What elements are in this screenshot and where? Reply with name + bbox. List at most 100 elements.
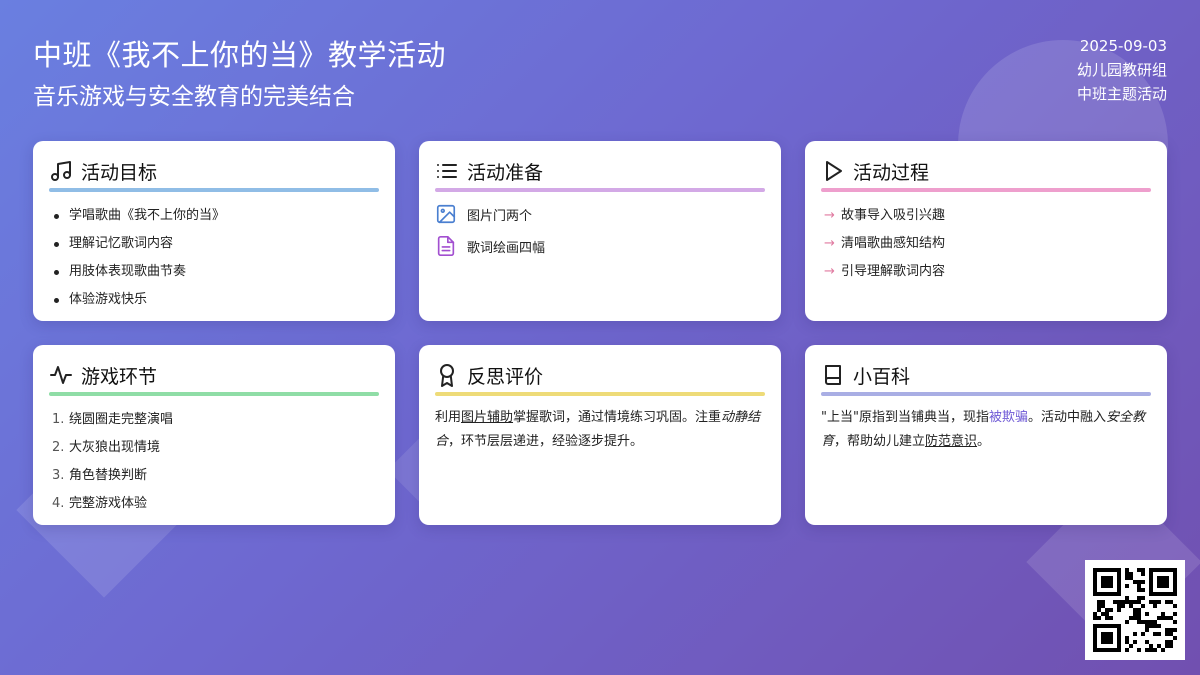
qr-module <box>1173 576 1177 580</box>
qr-module <box>1105 576 1109 580</box>
list-item: 3. 角色替换判断 <box>52 468 148 483</box>
qr-module <box>1153 624 1157 628</box>
qr-module <box>1101 648 1105 652</box>
qr-module <box>1133 632 1137 636</box>
qr-module <box>1097 600 1101 604</box>
list-item: 学唱歌曲《我不上你的当》 <box>49 202 379 230</box>
game-list: 1. 绕圆圈走完整演唱 2. 大灰狼出现情境 3. 角色替换判断 4. 完整游戏体验 <box>49 406 379 518</box>
qr-module <box>1105 612 1109 616</box>
qr-module <box>1105 632 1109 636</box>
card-wiki-rule <box>821 392 1151 396</box>
page-subtitle: 音乐游戏与安全教育的完美结合 <box>33 84 355 110</box>
qr-module <box>1157 624 1161 628</box>
card-process: 活动过程 → 故事导入吸引兴趣 → 清唱歌曲感知结构 → 引导理解歌词内容 <box>805 141 1167 321</box>
qr-code[interactable] <box>1085 560 1185 660</box>
qr-module <box>1149 568 1153 572</box>
qr-code-icon <box>1093 568 1177 652</box>
qr-module <box>1105 624 1109 628</box>
goals-list: 学唱歌曲《我不上你的当》 理解记忆歌词内容 用肢体表现歌曲节奏 体验游戏快乐 <box>49 202 379 314</box>
qr-module <box>1105 608 1109 612</box>
qr-module <box>1121 600 1125 604</box>
highlight-awareness: 防范意识 <box>925 434 978 449</box>
meta-category: 中班主题活动 <box>1076 85 1167 103</box>
qr-module <box>1153 600 1157 604</box>
qr-module <box>1169 628 1173 632</box>
list-item: 理解记忆歌词内容 <box>49 230 379 258</box>
card-process-title: 活动过程 <box>853 161 930 184</box>
qr-module <box>1101 632 1105 636</box>
qr-module <box>1161 568 1165 572</box>
list-item: 图片门两个 <box>435 198 765 230</box>
list-item: 用肢体表现歌曲节奏 <box>49 258 379 286</box>
qr-module <box>1153 568 1157 572</box>
qr-module <box>1137 568 1141 572</box>
qr-module <box>1137 596 1141 600</box>
qr-module <box>1109 580 1113 584</box>
qr-module <box>1165 628 1169 632</box>
qr-module <box>1145 640 1149 644</box>
qr-module <box>1157 592 1161 596</box>
qr-module <box>1097 568 1101 572</box>
qr-module <box>1109 616 1113 620</box>
qr-module <box>1157 568 1161 572</box>
qr-module <box>1125 568 1129 572</box>
card-prep-rule <box>435 188 765 192</box>
image-icon <box>436 204 456 224</box>
qr-module <box>1169 640 1173 644</box>
qr-module <box>1101 600 1105 604</box>
qr-module <box>1109 584 1113 588</box>
activity-icon <box>50 366 72 384</box>
qr-module <box>1109 636 1113 640</box>
qr-module <box>1109 592 1113 596</box>
qr-module <box>1137 648 1141 652</box>
qr-module <box>1113 624 1117 628</box>
music-note-icon <box>51 161 71 181</box>
list-item: 2. 大灰狼出现情境 <box>52 440 161 455</box>
qr-module <box>1109 648 1113 652</box>
qr-module <box>1141 568 1145 572</box>
qr-module <box>1173 580 1177 584</box>
qr-module <box>1149 644 1153 648</box>
qr-module <box>1113 648 1117 652</box>
qr-module <box>1149 600 1153 604</box>
qr-module <box>1169 592 1173 596</box>
process-list: → 故事导入吸引兴趣 → 清唱歌曲感知结构 → 引导理解歌词内容 <box>821 202 1151 286</box>
page-title: 中班《我不上你的当》教学活动 <box>33 38 447 72</box>
prep-item-label: 图片门两个 <box>467 208 533 224</box>
card-prep: 活动准备 图片门两个 歌词绘画四幅 <box>419 141 781 321</box>
qr-module <box>1101 584 1105 588</box>
qr-module <box>1173 572 1177 576</box>
meta-group: 幼儿园教研组 <box>1076 61 1167 79</box>
reflect-text: 利用图片辅助掌握歌词，通过情境练习巩固。注重动静结合，环节层层递进，经验逐步提升… <box>435 410 761 449</box>
qr-module <box>1173 568 1177 572</box>
qr-module <box>1125 596 1129 600</box>
qr-module <box>1169 568 1173 572</box>
qr-module <box>1097 624 1101 628</box>
qr-module <box>1173 612 1177 616</box>
highlight-image-aid: 图片辅助 <box>461 410 514 425</box>
qr-module <box>1117 608 1121 612</box>
qr-module <box>1173 588 1177 592</box>
qr-module <box>1093 624 1097 628</box>
qr-module <box>1165 592 1169 596</box>
qr-module <box>1173 592 1177 596</box>
qr-module <box>1125 620 1129 624</box>
card-wiki-title: 小百科 <box>853 365 911 388</box>
qr-module <box>1161 616 1165 620</box>
qr-module <box>1137 620 1141 624</box>
qr-module <box>1101 592 1105 596</box>
award-icon <box>440 364 454 387</box>
qr-module <box>1165 644 1169 648</box>
qr-module <box>1105 580 1109 584</box>
qr-module <box>1105 584 1109 588</box>
qr-module <box>1101 624 1105 628</box>
qr-module <box>1109 624 1113 628</box>
qr-module <box>1105 648 1109 652</box>
qr-module <box>1165 576 1169 580</box>
card-game-header: 游戏环节 <box>49 362 379 388</box>
qr-module <box>1137 600 1141 604</box>
qr-module <box>1157 576 1161 580</box>
qr-module <box>1169 616 1173 620</box>
qr-module <box>1125 640 1129 644</box>
qr-module <box>1093 644 1097 648</box>
